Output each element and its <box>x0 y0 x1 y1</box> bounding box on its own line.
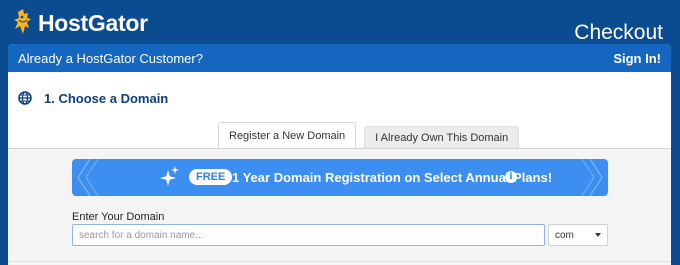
hostgator-logo[interactable]: HostGator <box>10 8 148 38</box>
chevron-right-decoration-icon <box>581 159 603 196</box>
tab-already-own-domain[interactable]: I Already Own This Domain <box>364 126 520 148</box>
domain-tabs: Register a New Domain I Already Own This… <box>218 122 520 148</box>
domain-field-label: Enter Your Domain <box>72 211 165 223</box>
free-badge: FREE <box>189 169 233 185</box>
sparkle-icon <box>160 166 179 186</box>
info-icon[interactable]: i <box>505 171 517 183</box>
globe-icon <box>18 91 32 105</box>
checkout-panel: Already a HostGator Customer? Sign In! 1… <box>8 44 671 265</box>
page-title: Checkout <box>574 21 663 44</box>
divider <box>8 261 671 262</box>
tld-selected-value: com <box>555 229 574 241</box>
customer-question: Already a HostGator Customer? <box>18 50 203 66</box>
chevron-left-decoration-icon <box>77 159 99 196</box>
tab-content: FREE 1 Year Domain Registration on Selec… <box>8 148 671 265</box>
sign-in-link[interactable]: Sign In! <box>613 51 661 66</box>
gator-logo-icon <box>14 9 31 34</box>
caret-down-icon <box>595 233 601 237</box>
site-header: HostGator Checkout <box>0 0 680 45</box>
section-title: 1. Choose a Domain <box>44 90 169 106</box>
tab-register-new-domain[interactable]: Register a New Domain <box>218 122 357 148</box>
domain-search-input[interactable] <box>72 224 545 246</box>
customer-bar: Already a HostGator Customer? Sign In! <box>8 44 671 72</box>
promo-banner: FREE 1 Year Domain Registration on Selec… <box>72 159 608 196</box>
brand-name: HostGator <box>38 9 148 36</box>
section-header: 1. Choose a Domain <box>8 72 671 124</box>
promo-text: 1 Year Domain Registration on Select Ann… <box>232 170 553 185</box>
tld-select[interactable]: com <box>548 224 608 246</box>
